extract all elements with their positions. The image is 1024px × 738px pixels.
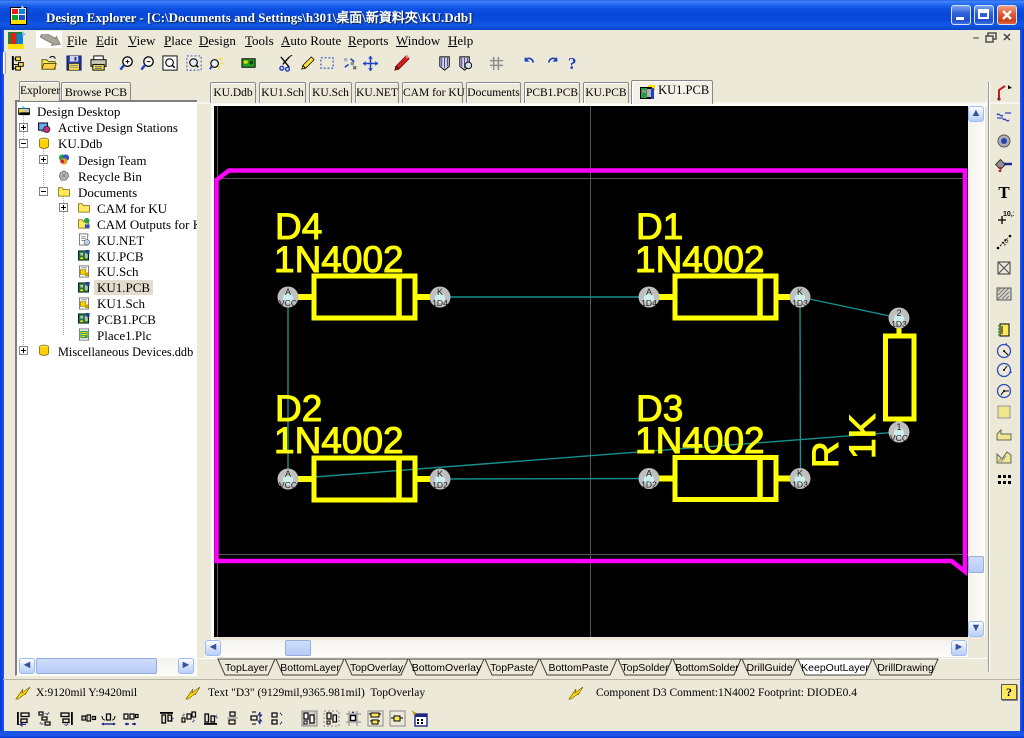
- svg-text:BottomSolder: BottomSolder: [675, 662, 739, 674]
- svg-text:BottomLayer: BottomLayer: [280, 662, 340, 674]
- svg-text:TopOverlay: TopOverlay: [350, 662, 404, 674]
- svg-text:1D2: 1D2: [641, 480, 657, 490]
- svg-text:10: 10: [1000, 237, 1010, 247]
- svg-text:A: A: [285, 469, 291, 479]
- svg-text:1K: 1K: [842, 413, 883, 459]
- svg-text:1D3: 1D3: [792, 298, 808, 308]
- svg-text:VCC: VCC: [279, 298, 297, 308]
- svg-text:1D3: 1D3: [891, 319, 907, 329]
- svg-text:VCC: VCC: [890, 433, 908, 443]
- svg-text:DrillDrawing: DrillDrawing: [877, 662, 934, 674]
- svg-text:A: A: [646, 469, 652, 479]
- svg-text:1D2: 1D2: [432, 480, 448, 490]
- svg-text:1: 1: [896, 422, 901, 432]
- svg-text:1N4002: 1N4002: [274, 420, 404, 461]
- svg-text:K: K: [437, 469, 443, 479]
- svg-text:A: A: [646, 287, 652, 297]
- svg-text:TopSolder: TopSolder: [621, 662, 669, 674]
- svg-text:VCC: VCC: [279, 480, 297, 490]
- svg-text:2: 2: [896, 308, 901, 318]
- svg-text:TopLayer: TopLayer: [225, 662, 269, 674]
- svg-text:1D4: 1D4: [432, 298, 448, 308]
- svg-text:A: A: [285, 287, 291, 297]
- svg-text:1N4002: 1N4002: [635, 420, 765, 461]
- svg-text:K: K: [437, 287, 443, 297]
- svg-text:KeepOutLayer: KeepOutLayer: [801, 662, 869, 674]
- svg-text:DrillGuide: DrillGuide: [746, 662, 792, 674]
- svg-text:1N4002: 1N4002: [274, 239, 404, 280]
- svg-text:K: K: [797, 469, 803, 479]
- svg-text:BottomOverlay: BottomOverlay: [412, 662, 482, 674]
- svg-text:1D3: 1D3: [792, 480, 808, 490]
- svg-text:1D4: 1D4: [641, 298, 657, 308]
- svg-text:10,10: 10,10: [1003, 211, 1014, 218]
- svg-text:1N4002: 1N4002: [635, 239, 765, 280]
- svg-text:R: R: [805, 441, 846, 468]
- svg-text:K: K: [797, 287, 803, 297]
- svg-text:TopPaste: TopPaste: [490, 662, 534, 674]
- svg-text:T: T: [998, 183, 1010, 202]
- svg-text:BottomPaste: BottomPaste: [548, 662, 608, 674]
